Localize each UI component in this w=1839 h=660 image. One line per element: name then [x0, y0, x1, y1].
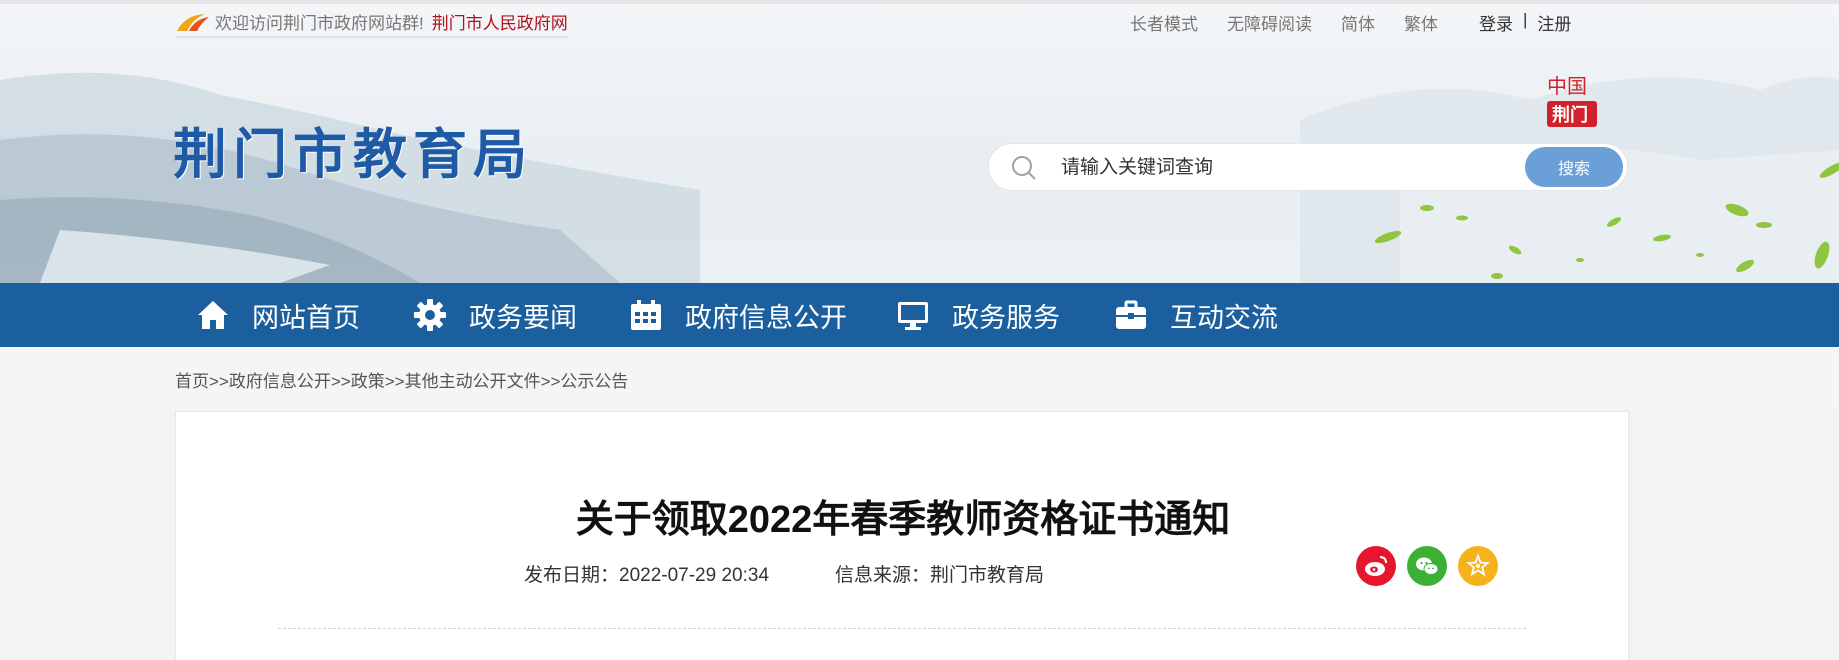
seal-text-top: 中国 — [1547, 74, 1587, 98]
elder-mode-link[interactable]: 长者模式 — [1130, 10, 1198, 35]
traditional-chinese-link[interactable]: 繁体 — [1404, 10, 1438, 35]
welcome-bar: 欢迎访问荆门市政府网站群! 荆门市人民政府网 — [175, 9, 568, 38]
nav-label: 政府信息公开 — [685, 302, 847, 333]
favorite-star-icon — [1466, 553, 1490, 577]
favorite-button[interactable] — [1458, 546, 1498, 586]
share-wechat-button[interactable] — [1407, 546, 1447, 586]
nav-label: 互动交流 — [1170, 302, 1278, 333]
nav-label: 网站首页 — [252, 302, 360, 333]
site-title[interactable]: 荆门市教育局 — [173, 110, 533, 189]
article-card: 关于领取2022年春季教师资格证书通知 发布日期：2022-07-29 20:3… — [175, 411, 1629, 660]
publish-date: 发布日期：2022-07-29 20:34 — [524, 565, 770, 586]
briefcase-icon — [1116, 300, 1146, 329]
china-jingmen-seal-icon: 中国 荆门 — [1547, 74, 1597, 127]
welcome-text: 欢迎访问荆门市政府网站群! — [215, 14, 424, 33]
search-button[interactable]: 搜索 — [1525, 147, 1623, 187]
seal-text-bottom: 荆门 — [1552, 104, 1588, 126]
site-swoosh-icon — [177, 13, 209, 31]
accessible-reading-link[interactable]: 无障碍阅读 — [1227, 10, 1312, 35]
auth-links: 登录 | 注册 — [1479, 10, 1571, 35]
gear-icon — [414, 299, 446, 331]
nav-item-interaction[interactable]: 互动交流 — [1114, 283, 1278, 347]
share-weibo-button[interactable] — [1356, 546, 1396, 586]
main-nav: 网站首页 政务要闻 政府信息公开 政务服务 互动交流 — [0, 283, 1839, 347]
nav-label: 政务服务 — [952, 302, 1060, 333]
breadcrumb[interactable]: 首页>>政府信息公开>>政策>>其他主动公开文件>>公示公告 — [175, 367, 628, 392]
header-banner: 欢迎访问荆门市政府网站群! 荆门市人民政府网 长者模式 无障碍阅读 简体 繁体 … — [0, 0, 1839, 283]
nav-label: 政务要闻 — [469, 302, 577, 333]
simplified-chinese-link[interactable]: 简体 — [1341, 10, 1375, 35]
top-links: 长者模式 无障碍阅读 简体 繁体 — [1130, 10, 1467, 35]
auth-separator: | — [1523, 10, 1528, 29]
home-icon — [198, 301, 228, 329]
city-government-link[interactable]: 荆门市人民政府网 — [432, 9, 568, 34]
nav-item-government-services[interactable]: 政务服务 — [896, 283, 1060, 347]
search-input[interactable] — [1061, 154, 1501, 182]
wechat-icon — [1416, 557, 1439, 575]
nav-item-information-disclosure[interactable]: 政府信息公开 — [629, 283, 847, 347]
search-box: 搜索 — [988, 143, 1628, 191]
nav-item-home[interactable]: 网站首页 — [196, 283, 360, 347]
weibo-icon — [1365, 556, 1387, 576]
search-icon — [1012, 156, 1036, 180]
article-title: 关于领取2022年春季教师资格证书通知 — [575, 499, 1231, 541]
calendar-icon — [631, 300, 661, 330]
register-link[interactable]: 注册 — [1537, 10, 1571, 35]
monitor-icon — [898, 302, 928, 330]
login-link[interactable]: 登录 — [1479, 10, 1513, 35]
nav-item-government-news[interactable]: 政务要闻 — [413, 283, 577, 347]
title-divider — [278, 628, 1526, 629]
info-source: 信息来源：荆门市教育局 — [835, 565, 1045, 586]
